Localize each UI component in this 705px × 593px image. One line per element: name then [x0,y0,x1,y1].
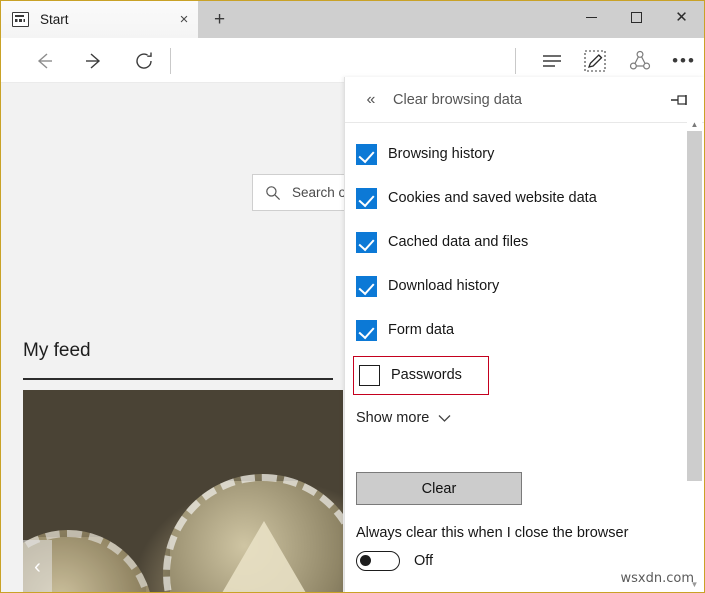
arrow-left-icon [33,50,55,72]
search-icon [265,185,281,201]
close-icon: ✕ [675,10,688,25]
watermark: wsxdn.com [621,571,695,586]
show-more-label: Show more [356,410,429,426]
toggle-knob [360,555,371,566]
feed-card[interactable]: ethe [23,390,343,593]
checkbox-checked-icon [356,232,377,253]
scrollbar-thumb[interactable] [687,131,702,481]
more-options-icon[interactable]: ••• [668,46,700,76]
maximize-icon [631,12,642,23]
toggle-state-label: Off [414,553,433,569]
minimize-icon [586,17,597,18]
checkbox-form-data[interactable]: Form data [356,316,454,344]
panel-back-icon[interactable]: « [359,88,383,112]
forward-button[interactable] [79,46,109,76]
chevron-down-icon [438,414,451,423]
tab-title: Start [40,12,69,27]
checkbox-label: Cached data and files [388,234,528,250]
checkbox-passwords[interactable]: Passwords [359,361,462,389]
coin-image-right [163,474,343,593]
refresh-icon [133,50,155,72]
hub-lines-icon [541,52,563,70]
close-button[interactable]: ✕ [659,1,704,33]
checkbox-label: Cookies and saved website data [388,190,597,206]
share-nodes-icon [629,50,651,72]
checkbox-checked-icon [356,276,377,297]
tab-strip: Start × + ✕ [1,1,704,38]
pin-icon[interactable] [669,90,691,110]
checkbox-checked-icon [356,320,377,341]
checkbox-label: Browsing history [388,146,494,162]
share-icon[interactable] [624,46,656,76]
web-note-icon[interactable] [579,46,611,76]
toolbar-divider [170,48,171,74]
checkbox-label: Passwords [391,367,462,383]
pen-icon [584,50,606,72]
checkbox-unchecked-icon [359,365,380,386]
panel-scrollbar[interactable]: ▲ ▼ [687,117,702,593]
panel-title: Clear browsing data [393,92,522,108]
pin-glyph [670,92,690,108]
checkbox-browsing-history[interactable]: Browsing history [356,140,494,168]
show-more-button[interactable]: Show more [356,410,451,426]
new-tab-button[interactable]: + [201,1,238,38]
maximize-button[interactable] [614,1,659,33]
hub-icon[interactable] [536,46,568,76]
back-button[interactable] [29,46,59,76]
checkbox-label: Form data [388,322,454,338]
search-placeholder-text: Search o [292,185,346,200]
panel-header: « Clear browsing data [345,77,705,123]
toolbar-right-divider [515,48,516,74]
carousel-previous-button[interactable]: ‹ [23,540,52,593]
tab-close-icon[interactable]: × [174,9,194,29]
checkbox-checked-icon [356,144,377,165]
tab-start[interactable]: Start [1,1,198,38]
always-clear-toggle-row: Off [356,551,433,571]
page-title: My feed [23,340,91,362]
checkbox-download-history[interactable]: Download history [356,272,499,300]
minimize-button[interactable] [569,1,614,33]
feed-divider [23,378,333,380]
arrow-right-icon [83,50,105,72]
checkbox-label: Download history [388,278,499,294]
checkbox-checked-icon [356,188,377,209]
checkbox-cached-data-and-files[interactable]: Cached data and files [356,228,528,256]
checkbox-cookies-and-saved-website-data[interactable]: Cookies and saved website data [356,184,597,212]
browser-window: Start × + ✕ [0,0,705,593]
scroll-up-icon[interactable]: ▲ [687,117,702,131]
window-controls: ✕ [569,1,704,33]
always-clear-toggle[interactable] [356,551,400,571]
always-clear-label: Always clear this when I close the brows… [356,525,628,541]
start-page-icon [12,12,29,27]
clear-button[interactable]: Clear [356,472,522,505]
refresh-button[interactable] [129,46,159,76]
